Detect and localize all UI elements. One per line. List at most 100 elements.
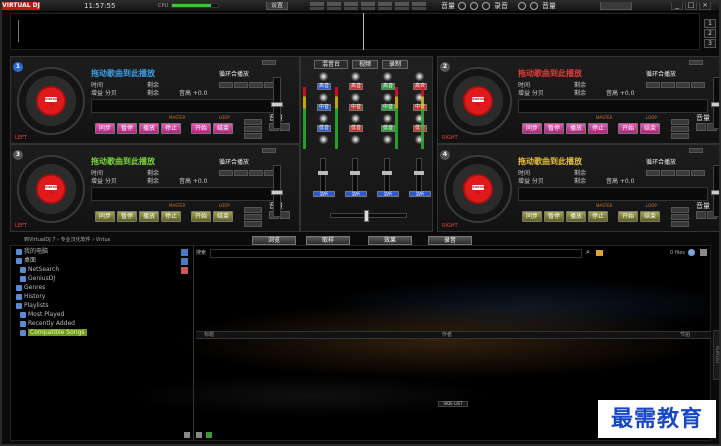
tab-record[interactable]: 录音 <box>428 236 472 245</box>
end-button[interactable]: 结束 <box>213 123 233 134</box>
end-button[interactable]: 结束 <box>640 211 660 222</box>
tree-item[interactable]: History <box>16 293 45 301</box>
settings-icon[interactable] <box>700 249 707 256</box>
config-button[interactable]: 设置 <box>266 1 288 10</box>
cue-button[interactable] <box>234 170 248 176</box>
play-button[interactable]: 播放 <box>566 123 586 134</box>
play-button[interactable]: 播放 <box>566 211 586 222</box>
mic-icon[interactable] <box>482 2 490 10</box>
platter[interactable]: VIRTUAL DJ <box>36 174 66 204</box>
start-button[interactable]: 开始 <box>191 123 211 134</box>
channel-fader-handle[interactable] <box>414 171 424 175</box>
loop-button[interactable] <box>244 133 262 139</box>
maximize-button[interactable]: □ <box>685 1 697 10</box>
eq-knob[interactable] <box>383 114 392 123</box>
tree-item[interactable]: NetSearch <box>20 266 59 274</box>
breadcrumb[interactable]: 到VirtualDJ 7 › 专业汉化软件 › Virtus <box>24 236 110 245</box>
cue-button-mid-right[interactable]: 监听 <box>377 191 399 197</box>
start-button[interactable]: 开始 <box>191 211 211 222</box>
folder-icon[interactable] <box>181 267 188 274</box>
pause-button[interactable]: 暂停 <box>544 123 564 134</box>
crossfader-handle[interactable] <box>364 210 369 222</box>
tab-record[interactable]: 录制 <box>382 60 408 69</box>
turntable[interactable]: VIRTUAL DJ <box>444 67 512 135</box>
layout-button-2[interactable]: 2 <box>704 29 716 38</box>
tree-item[interactable]: 桌面 <box>16 257 36 265</box>
tree-item[interactable]: 我的电脑 <box>16 248 48 256</box>
tab-sampler[interactable]: 取样 <box>306 236 350 245</box>
tab-effects[interactable]: 效果 <box>368 236 412 245</box>
channel-fader[interactable] <box>382 158 392 193</box>
deck-options-button[interactable] <box>262 60 276 65</box>
loop-button[interactable] <box>671 119 689 125</box>
cue-button[interactable] <box>249 170 263 176</box>
eq-knob[interactable] <box>383 135 392 144</box>
arrow-right-icon[interactable] <box>280 211 290 219</box>
tab-mixer[interactable]: 混音台 <box>314 60 348 69</box>
turntable[interactable]: VIRTUAL DJ <box>17 67 85 135</box>
stop-button[interactable]: 停止 <box>588 123 608 134</box>
pitch-slider-handle[interactable] <box>271 190 283 195</box>
eq-knob[interactable] <box>319 72 328 81</box>
tree-item[interactable]: Playlists <box>16 302 48 310</box>
tree-item[interactable]: GeniusDJ <box>20 275 55 283</box>
speaker-icon[interactable] <box>518 2 526 10</box>
tree-item[interactable]: Genres <box>16 284 45 292</box>
add-icon[interactable] <box>196 432 202 438</box>
playlist-tab[interactable]: PLAYLIST <box>713 330 721 380</box>
sync-button[interactable]: 同步 <box>522 211 542 222</box>
cue-button[interactable] <box>661 170 675 176</box>
eq-knob[interactable] <box>319 93 328 102</box>
mic-icon[interactable] <box>470 2 478 10</box>
arrow-right-icon[interactable] <box>280 123 290 131</box>
minimize-button[interactable]: _ <box>671 1 683 10</box>
channel-fader[interactable] <box>414 158 424 193</box>
turntable[interactable]: VIRTUAL DJ <box>17 155 85 223</box>
channel-fader-handle[interactable] <box>350 171 360 175</box>
pitch-slider-handle[interactable] <box>271 102 283 107</box>
lock-icon[interactable] <box>184 432 190 438</box>
cue-button[interactable] <box>676 170 690 176</box>
eq-knob[interactable] <box>351 72 360 81</box>
close-button[interactable]: × <box>699 1 711 10</box>
deck-options-button[interactable] <box>262 148 276 153</box>
cue-button[interactable] <box>691 170 705 176</box>
loop-button[interactable] <box>244 207 262 213</box>
loop-button[interactable] <box>671 133 689 139</box>
cue-button[interactable] <box>661 82 675 88</box>
loop-button[interactable] <box>244 119 262 125</box>
eq-knob[interactable] <box>383 93 392 102</box>
cue-button[interactable] <box>691 82 705 88</box>
side-list-toggle[interactable]: SIDE LIST <box>438 401 468 407</box>
pause-button[interactable]: 暂停 <box>544 211 564 222</box>
waveform-display[interactable] <box>10 13 700 50</box>
start-button[interactable]: 开始 <box>618 123 638 134</box>
loop-button[interactable] <box>244 126 262 132</box>
tab-browse[interactable]: 浏览 <box>252 236 296 245</box>
loop-button[interactable] <box>671 221 689 227</box>
channel-fader[interactable] <box>350 158 360 193</box>
column-header-title[interactable]: 标题 <box>204 332 214 339</box>
end-button[interactable]: 结束 <box>640 123 660 134</box>
tree-item[interactable]: Most Played <box>20 311 64 319</box>
eq-knob[interactable] <box>383 72 392 81</box>
loop-button[interactable] <box>244 221 262 227</box>
eq-knob[interactable] <box>351 93 360 102</box>
arrow-left-icon[interactable] <box>696 123 706 131</box>
play-button[interactable]: 播放 <box>139 123 159 134</box>
layout-button-1[interactable]: 1 <box>704 19 716 28</box>
cue-button[interactable] <box>646 170 660 176</box>
tree-item[interactable]: Compatible Songs <box>20 329 87 337</box>
stop-button[interactable]: 停止 <box>161 123 181 134</box>
start-button[interactable]: 开始 <box>618 211 638 222</box>
eq-knob[interactable] <box>415 72 424 81</box>
view-icon[interactable] <box>688 249 695 256</box>
layout-button-3[interactable]: 3 <box>704 39 716 48</box>
tree-item[interactable]: Recently Added <box>20 320 75 328</box>
cue-button[interactable] <box>249 82 263 88</box>
sync-button[interactable]: 同步 <box>95 211 115 222</box>
cue-button[interactable] <box>234 82 248 88</box>
skin-button[interactable] <box>600 1 632 10</box>
cue-button-left[interactable]: 监听 <box>313 191 335 197</box>
loop-button[interactable] <box>671 207 689 213</box>
